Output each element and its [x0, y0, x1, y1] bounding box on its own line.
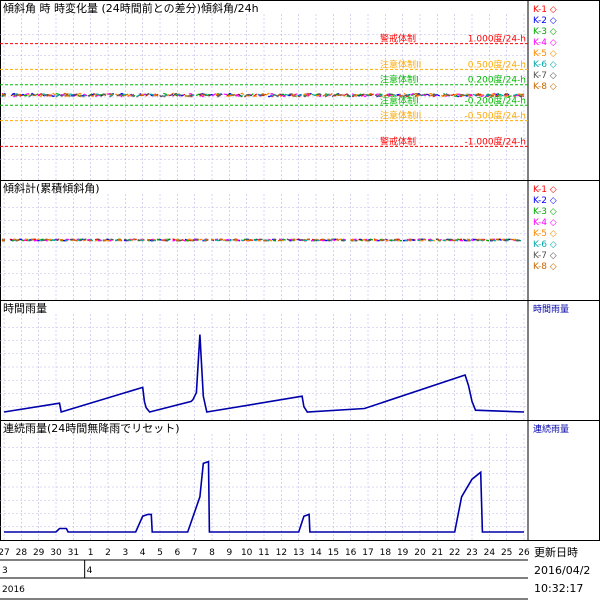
month-label: 4	[87, 566, 93, 576]
threshold-name: 注意体制I	[380, 74, 419, 86]
x-tick-label: 9	[226, 548, 232, 558]
x-tick-label: 30	[50, 548, 62, 558]
x-tick-label: 10	[241, 548, 253, 558]
legend-item: 時間雨量	[533, 304, 569, 315]
x-tick-label: 31	[68, 548, 79, 558]
threshold-name: 警戒体制	[380, 33, 416, 45]
legend-item: K-6 ◇	[533, 240, 557, 250]
x-tick-label: 23	[466, 548, 477, 558]
legend-item: K-1 ◇	[533, 5, 557, 15]
month-label: 3	[2, 566, 8, 576]
panel-title: 傾斜角 時 時変化量 (24時間前との差分)傾斜角/24h	[3, 1, 259, 15]
x-tick-label: 21	[432, 548, 443, 558]
x-tick-label: 6	[174, 548, 180, 558]
legend-item: 連続雨量	[533, 423, 569, 435]
x-tick-label: 4	[140, 548, 146, 558]
update-label: 更新日時	[534, 545, 578, 559]
year-label: 2016	[2, 585, 25, 595]
x-tick-label: 15	[328, 548, 339, 558]
legend-item: K-3 ◇	[533, 27, 557, 37]
x-tick-label: 29	[33, 548, 45, 558]
x-tick-label: 28	[16, 548, 28, 558]
x-tick-label: 13	[293, 548, 304, 558]
x-tick-label: 11	[258, 548, 269, 558]
x-tick-label: 26	[518, 548, 530, 558]
threshold-name: 注意体制II	[380, 58, 421, 70]
x-tick-label: 14	[310, 548, 322, 558]
x-tick-label: 7	[192, 548, 198, 558]
x-tick-label: 8	[209, 548, 215, 558]
threshold-value: -0.200度/24-h	[465, 94, 526, 106]
legend-item: K-7 ◇	[533, 251, 557, 261]
threshold-value: -1.000度/24-h	[465, 135, 526, 147]
threshold-value: 0.500度/24-h	[468, 58, 526, 70]
panel-title: 時間雨量	[3, 302, 47, 315]
legend-item: K-2 ◇	[533, 16, 557, 26]
x-tick-label: 17	[362, 548, 373, 558]
threshold-value: 0.200度/24-h	[468, 74, 526, 86]
x-tick-label: 22	[449, 548, 460, 558]
x-tick-label: 19	[397, 548, 409, 558]
x-tick-label: 25	[501, 548, 512, 558]
x-tick-label: 18	[380, 548, 392, 558]
legend-item: K-5 ◇	[533, 49, 557, 59]
legend-item: K-4 ◇	[533, 218, 557, 228]
legend-item: K-1 ◇	[533, 185, 557, 195]
legend-item: K-2 ◇	[533, 196, 557, 206]
x-tick-label: 27	[0, 548, 10, 558]
chart-canvas: 傾斜角 時 時変化量 (24時間前との差分)傾斜角/24h K-1 ◇K-2 ◇K…	[0, 0, 600, 600]
threshold-value: -0.500度/24-h	[465, 110, 526, 122]
panel-title: 傾斜計(累積傾斜角)	[3, 181, 100, 195]
legend-item: K-4 ◇	[533, 38, 557, 48]
x-tick-label: 16	[345, 548, 357, 558]
update-time: 10:32:17	[534, 582, 583, 595]
legend-item: K-8 ◇	[533, 82, 557, 92]
update-date: 2016/04/2	[534, 564, 590, 577]
legend-item: K-8 ◇	[533, 262, 557, 272]
legend-item: K-6 ◇	[533, 60, 557, 70]
legend-item: K-7 ◇	[533, 71, 557, 81]
legend-item: K-3 ◇	[533, 207, 557, 217]
x-tick-label: 3	[122, 548, 128, 558]
x-tick-label: 2	[105, 548, 111, 558]
threshold-name: 注意体制II	[380, 110, 421, 122]
threshold-name: 警戒体制	[380, 135, 416, 147]
legend-item: K-5 ◇	[533, 229, 557, 239]
x-tick-label: 12	[276, 548, 287, 558]
x-tick-label: 20	[414, 548, 426, 558]
x-tick-label: 5	[157, 548, 163, 558]
panel-title: 連続雨量(24時間無降雨でリセット)	[3, 421, 180, 435]
x-tick-label: 1	[88, 548, 94, 558]
threshold-value: 1.000度/24-h	[468, 33, 526, 45]
x-tick-label: 24	[484, 548, 496, 558]
